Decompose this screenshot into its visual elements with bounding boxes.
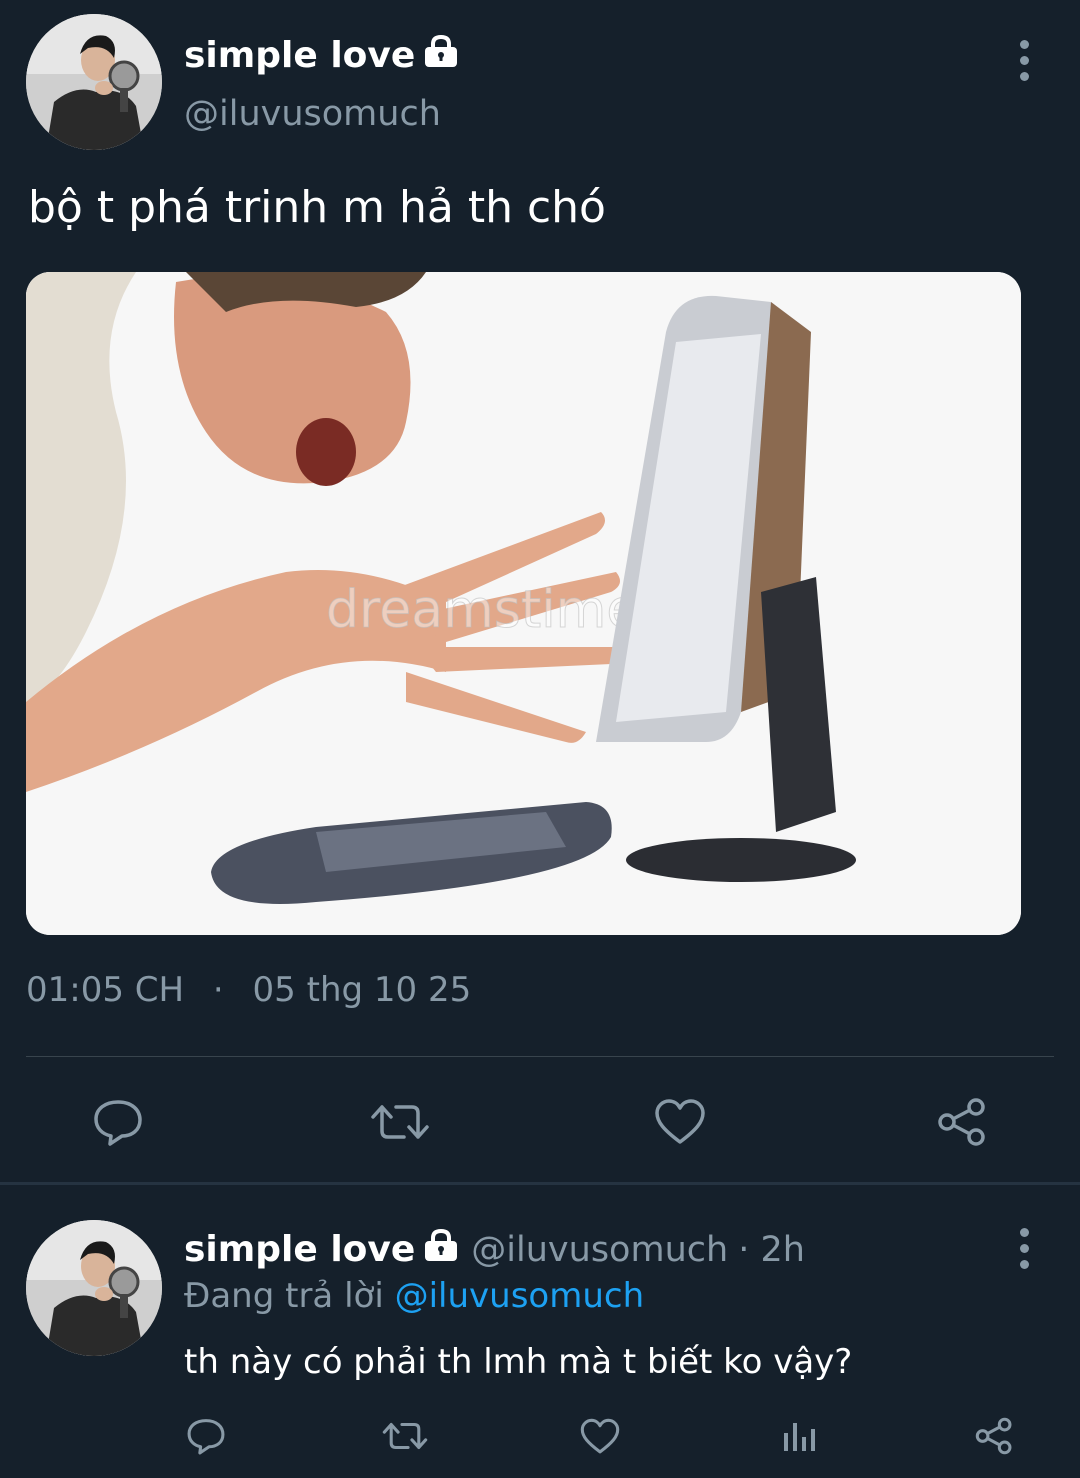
replying-prefix: Đang trả lời xyxy=(184,1276,384,1316)
heart-icon xyxy=(580,1418,620,1453)
heart-icon xyxy=(655,1099,705,1144)
reply-header-row: simple love @iluvusomuch · 2h xyxy=(184,1228,805,1271)
analytics-icon xyxy=(784,1423,815,1451)
reply-text: th này có phải th lmh mà t biết ko vậy? xyxy=(184,1342,853,1382)
retweet-icon xyxy=(382,1422,428,1450)
lock-icon xyxy=(423,1228,459,1271)
author-name-row[interactable]: simple love xyxy=(184,34,459,77)
meta-separator: · xyxy=(212,970,224,1010)
reply-like-button[interactable] xyxy=(578,1414,622,1458)
avatar-image xyxy=(26,14,162,150)
author-avatar[interactable] xyxy=(26,14,162,150)
reply-author-handle[interactable]: @iluvusomuch xyxy=(471,1230,728,1270)
reply-avatar-image xyxy=(26,1220,162,1356)
reply-icon xyxy=(94,1100,142,1146)
tweet-media-image[interactable]: dreamstime xyxy=(26,272,1021,935)
reply-reply-button[interactable] xyxy=(184,1414,228,1458)
section-divider xyxy=(0,1182,1080,1185)
tweet-text: bộ t phá trinh m hả th chó xyxy=(28,182,606,233)
reply-share-button[interactable] xyxy=(972,1414,1016,1458)
like-button[interactable] xyxy=(650,1092,710,1152)
reply-author-avatar[interactable] xyxy=(26,1220,162,1356)
lock-icon xyxy=(423,34,459,77)
retweet-icon xyxy=(371,1105,429,1139)
more-options-icon[interactable] xyxy=(1009,30,1039,90)
author-name[interactable]: simple love xyxy=(184,35,415,76)
share-icon xyxy=(938,1098,985,1146)
media-watermark: dreamstime xyxy=(326,580,638,640)
tweet-date: 05 thg 10 25 xyxy=(252,970,472,1010)
share-button[interactable] xyxy=(932,1092,992,1152)
tweet-timestamp-row: 01:05 CH · 05 thg 10 25 xyxy=(26,970,471,1010)
reply-author-name[interactable]: simple love xyxy=(184,1229,415,1270)
replying-to-link[interactable]: @iluvusomuch xyxy=(395,1276,645,1316)
reply-icon xyxy=(187,1419,225,1455)
media-illustration: dreamstime xyxy=(26,272,1021,935)
author-handle[interactable]: @iluvusomuch xyxy=(184,94,441,134)
tweet-time: 01:05 CH xyxy=(26,970,185,1010)
reply-button[interactable] xyxy=(88,1092,148,1152)
reply-time: · 2h xyxy=(738,1229,805,1270)
replying-to-line: Đang trả lời @iluvusomuch xyxy=(184,1276,644,1316)
reply-more-options-icon[interactable] xyxy=(1009,1218,1039,1278)
share-icon xyxy=(975,1417,1012,1455)
reply-retweet-button[interactable] xyxy=(380,1414,430,1458)
actions-divider xyxy=(26,1056,1054,1057)
retweet-button[interactable] xyxy=(368,1092,432,1152)
reply-analytics-button[interactable] xyxy=(776,1414,820,1458)
